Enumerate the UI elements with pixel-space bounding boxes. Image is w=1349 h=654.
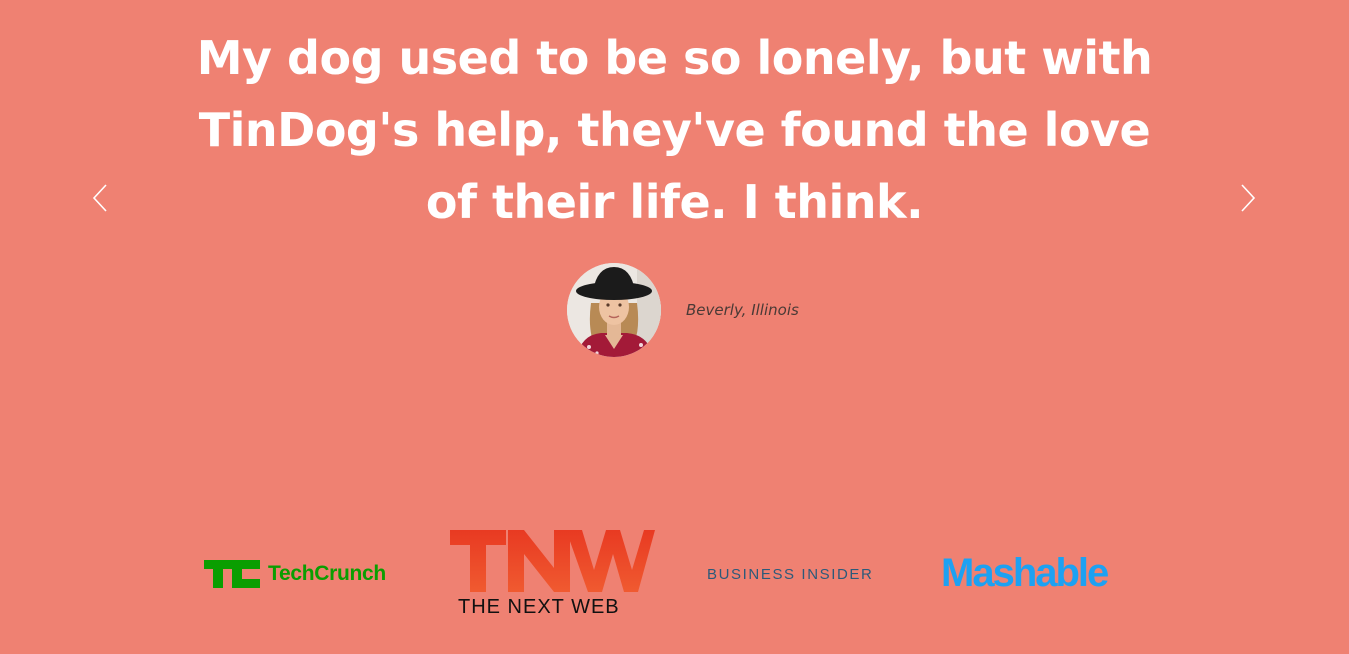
the-next-web-logo: THE NEXT WEB bbox=[450, 530, 655, 622]
testimonial-quote: My dog used to be so lonely, but with Ti… bbox=[196, 31, 1153, 229]
business-insider-logo: BUSINESS INSIDER bbox=[707, 566, 874, 583]
techcrunch-mark-icon bbox=[204, 560, 260, 588]
tnw-wordmark: THE NEXT WEB bbox=[458, 596, 620, 618]
tnw-mark-icon bbox=[450, 530, 655, 592]
chevron-right-icon bbox=[1241, 184, 1256, 212]
carousel-prev-button[interactable] bbox=[81, 178, 121, 218]
profile-photo-image bbox=[567, 263, 661, 357]
testimonial-carousel: My dog used to be so lonely, but with Ti… bbox=[0, 0, 1349, 420]
mashable-logo: Mashable bbox=[941, 551, 1109, 595]
techcrunch-wordmark: TechCrunch bbox=[268, 562, 386, 585]
press-logos: TechCrunch THE NEXT WEB BUSINESS INSIDER… bbox=[0, 520, 1349, 630]
chevron-left-icon bbox=[92, 184, 107, 212]
carousel-next-button[interactable] bbox=[1227, 178, 1267, 218]
author-name: Beverly, Illinois bbox=[686, 301, 799, 319]
testimonial-author: Beverly, Illinois bbox=[567, 263, 799, 357]
techcrunch-logo: TechCrunch bbox=[204, 560, 404, 590]
avatar bbox=[567, 263, 661, 357]
